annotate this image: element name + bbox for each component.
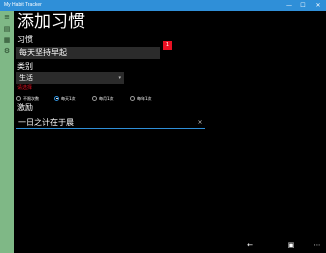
radio-label: 每年1次 <box>137 96 152 101</box>
category-selected-value: 生活 <box>19 74 33 82</box>
radio-circle <box>92 95 97 101</box>
radio-circle <box>54 95 59 101</box>
count-badge: 1 <box>163 41 172 50</box>
page-title: 添加习惯 <box>17 12 85 32</box>
chevron-down-icon: ▾ <box>118 75 121 81</box>
window-title: My Habit Tracker <box>4 2 42 8</box>
notes-icon[interactable]: ▦ <box>3 36 11 44</box>
settings-icon[interactable]: ⚙ <box>3 47 11 55</box>
maximize-button[interactable]: ☐ <box>296 0 310 11</box>
hamburger-icon[interactable]: ≡ <box>3 13 11 21</box>
radio-circle <box>16 95 21 101</box>
category-error-text: 请选择 <box>17 85 33 91</box>
radio-circle <box>130 95 135 101</box>
sidebar: ≡ ▤ ▦ ⚙ <box>0 11 14 253</box>
clear-icon[interactable]: × <box>196 116 204 129</box>
radio-daily[interactable]: 每天1次 <box>54 94 76 103</box>
minimize-button[interactable]: — <box>282 0 296 11</box>
motivation-label: 激励 <box>17 103 33 112</box>
save-icon[interactable]: ▣ <box>285 240 297 251</box>
motivation-input[interactable]: 一日之计在于晨 <box>16 116 205 129</box>
radio-label: 不限次数 <box>23 96 39 101</box>
radio-yearly[interactable]: 每年1次 <box>130 94 152 103</box>
back-button[interactable]: ← <box>244 240 256 251</box>
habit-label: 习惯 <box>17 35 33 44</box>
category-select[interactable]: 生活 ▾ <box>16 72 124 84</box>
frequency-radio-group: 不限次数 每天1次 每月1次 每年1次 <box>16 94 176 103</box>
more-options-button[interactable]: ⋯ <box>311 240 323 251</box>
habit-input[interactable]: 每天坚持早起 <box>16 47 160 59</box>
window-titlebar: My Habit Tracker — ☐ ✕ <box>0 0 326 11</box>
radio-monthly[interactable]: 每月1次 <box>92 94 114 103</box>
list-icon[interactable]: ▤ <box>3 25 11 33</box>
close-button[interactable]: ✕ <box>311 0 325 11</box>
radio-label: 每月1次 <box>99 96 114 101</box>
category-label: 类别 <box>17 62 33 71</box>
radio-unlimited[interactable]: 不限次数 <box>16 94 39 103</box>
radio-label: 每天1次 <box>61 96 76 101</box>
